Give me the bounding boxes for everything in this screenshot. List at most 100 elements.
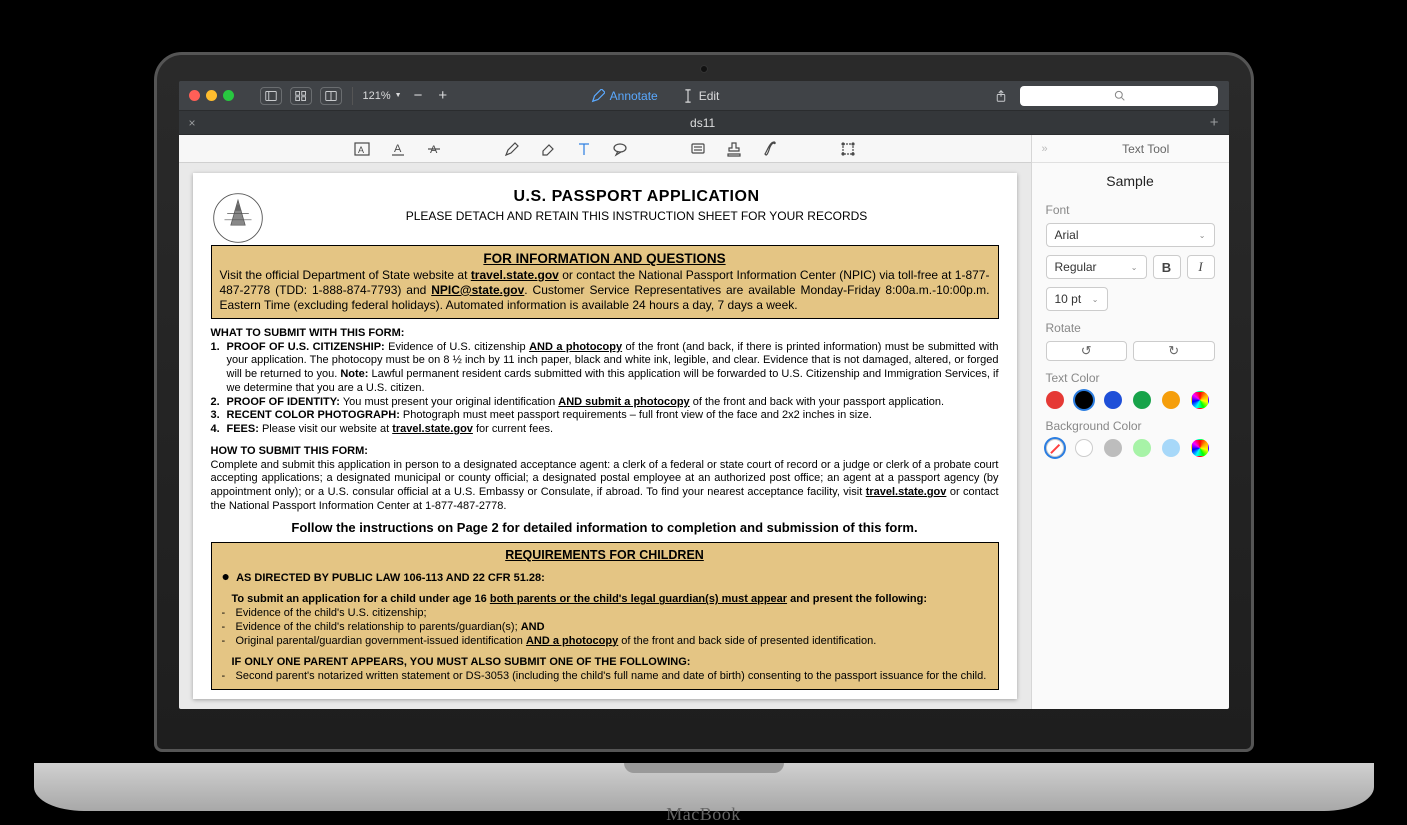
panel-collapse-button[interactable]: » [1042, 143, 1048, 155]
rotate-cw-button[interactable]: ↻ [1133, 341, 1215, 361]
follow-line: Follow the instructions on Page 2 for de… [211, 520, 999, 536]
thumbnails-button[interactable] [290, 87, 312, 105]
info-text: Visit the official Department of State w… [220, 268, 471, 282]
text-color-swatch[interactable] [1046, 391, 1064, 409]
li3-lead: RECENT COLOR PHOTOGRAPH: [227, 409, 400, 421]
note-icon[interactable] [689, 140, 707, 158]
text-color-swatch[interactable] [1104, 391, 1122, 409]
t: Evidence of U.S. citizenship [385, 341, 529, 353]
italic-label: I [1198, 259, 1202, 275]
text-color-swatch[interactable] [1075, 391, 1093, 409]
sidebar-toggle-button[interactable] [260, 87, 282, 105]
search-input[interactable] [1020, 86, 1218, 106]
t: You must present your original identific… [340, 396, 558, 408]
bg-color-picker[interactable] [1191, 439, 1209, 457]
text-color-swatch[interactable] [1133, 391, 1151, 409]
text-style-icon[interactable]: A [353, 140, 371, 158]
t: AND a photocopy [526, 635, 618, 647]
camera [700, 65, 708, 73]
italic-button[interactable]: I [1187, 255, 1215, 279]
t: travel.state.gov [866, 486, 947, 498]
us-seal-icon [211, 191, 265, 245]
text-color-swatch[interactable] [1162, 391, 1180, 409]
req-heading: REQUIREMENTS FOR CHILDREN [222, 548, 988, 564]
npic-link: NPIC@state.gov [431, 283, 524, 297]
info-heading: FOR INFORMATION AND QUESTIONS [220, 251, 990, 268]
macbook-label: MacBook [34, 804, 1374, 825]
chevron-down-icon: ▼ [395, 92, 402, 99]
underline-icon[interactable]: A [389, 140, 407, 158]
t: Second parent's notarized written statem… [236, 670, 987, 684]
zoom-level[interactable]: 121% ▼ [363, 90, 402, 102]
chevron-down-icon: ⌄ [1199, 231, 1206, 240]
tab-close-button[interactable]: × [179, 116, 206, 130]
edit-label: Edit [699, 89, 720, 103]
tab-title[interactable]: ds11 [206, 116, 1200, 130]
close-window-button[interactable] [189, 90, 200, 101]
edit-mode-button[interactable]: Edit [682, 89, 720, 103]
font-label: Font [1046, 203, 1215, 217]
zoom-value: 121% [363, 90, 391, 102]
bg-color-swatch[interactable] [1162, 439, 1180, 457]
t: of the front and back with your passport… [690, 396, 944, 408]
t: AND submit a photocopy [558, 396, 689, 408]
how-body: Complete and submit this application in … [211, 459, 999, 514]
laptop-base: MacBook [34, 763, 1374, 811]
selection-icon[interactable] [839, 140, 857, 158]
bg-color-swatch[interactable] [1075, 439, 1093, 457]
inspector-panel: » Text Tool Sample Font Arial ⌄ [1031, 135, 1229, 709]
annotate-mode-button[interactable]: Annotate [591, 89, 658, 103]
doc-subtitle: PLEASE DETACH AND RETAIN THIS INSTRUCTIO… [211, 209, 999, 224]
t: Photograph must meet passport requiremen… [400, 409, 872, 421]
bg-color-swatch[interactable] [1133, 439, 1151, 457]
eraser-icon[interactable] [539, 140, 557, 158]
bg-color-none[interactable] [1046, 439, 1064, 457]
svg-text:A: A [358, 145, 364, 155]
bold-button[interactable]: B [1153, 255, 1181, 279]
doc-title: U.S. PASSPORT APPLICATION [211, 187, 999, 207]
font-family-value: Arial [1055, 228, 1079, 242]
contact-sheet-button[interactable] [320, 87, 342, 105]
chevron-down-icon: ⌄ [1131, 263, 1138, 272]
stamp-icon[interactable] [725, 140, 743, 158]
tab-add-button[interactable]: + [1200, 114, 1229, 131]
li1-lead: PROOF OF U.S. CITIZENSHIP: [227, 341, 385, 353]
strikethrough-icon[interactable]: A [425, 140, 443, 158]
panel-title: Text Tool [1122, 142, 1169, 156]
font-style-dropdown[interactable]: Regular ⌄ [1046, 255, 1147, 279]
pencil-icon[interactable] [503, 140, 521, 158]
chevron-down-icon: ⌄ [1092, 295, 1099, 304]
travel-link: travel.state.gov [471, 268, 559, 282]
font-size-dropdown[interactable]: 10 pt ⌄ [1046, 287, 1108, 311]
t: Evidence of the child's relationship to … [236, 621, 521, 633]
bg-color-swatch[interactable] [1104, 439, 1122, 457]
req-one: IF ONLY ONE PARENT APPEARS, YOU MUST ALS… [232, 656, 691, 668]
what-heading: WHAT TO SUBMIT WITH THIS FORM: [211, 327, 999, 341]
t: AND a photocopy [529, 341, 622, 353]
zoom-in-button[interactable]: + [434, 87, 451, 104]
font-family-dropdown[interactable]: Arial ⌄ [1046, 223, 1215, 247]
minimize-window-button[interactable] [206, 90, 217, 101]
text-tool-icon[interactable] [575, 140, 593, 158]
bold-label: B [1162, 260, 1171, 275]
li4-lead: FEES: [227, 423, 259, 435]
svg-text:A: A [430, 144, 438, 156]
li2-lead: PROOF OF IDENTITY: [227, 396, 340, 408]
signature-icon[interactable] [761, 140, 779, 158]
how-heading: HOW TO SUBMIT THIS FORM: [211, 445, 999, 459]
svg-text:A: A [394, 143, 402, 155]
t: To submit an application for a child und… [232, 593, 490, 605]
callout-icon[interactable] [611, 140, 629, 158]
t: Original parental/guardian government-is… [236, 635, 526, 647]
t: Evidence of the child's U.S. citizenship… [236, 607, 427, 621]
t: travel.state.gov [392, 423, 473, 435]
text-color-picker[interactable] [1191, 391, 1209, 409]
fullscreen-window-button[interactable] [223, 90, 234, 101]
font-size-value: 10 pt [1055, 292, 1082, 306]
share-button[interactable] [990, 87, 1012, 105]
rotate-ccw-button[interactable]: ↺ [1046, 341, 1128, 361]
traffic-lights [189, 90, 234, 101]
rotate-label: Rotate [1046, 321, 1215, 335]
zoom-out-button[interactable]: − [410, 87, 427, 104]
sample-text: Sample [1032, 163, 1229, 203]
